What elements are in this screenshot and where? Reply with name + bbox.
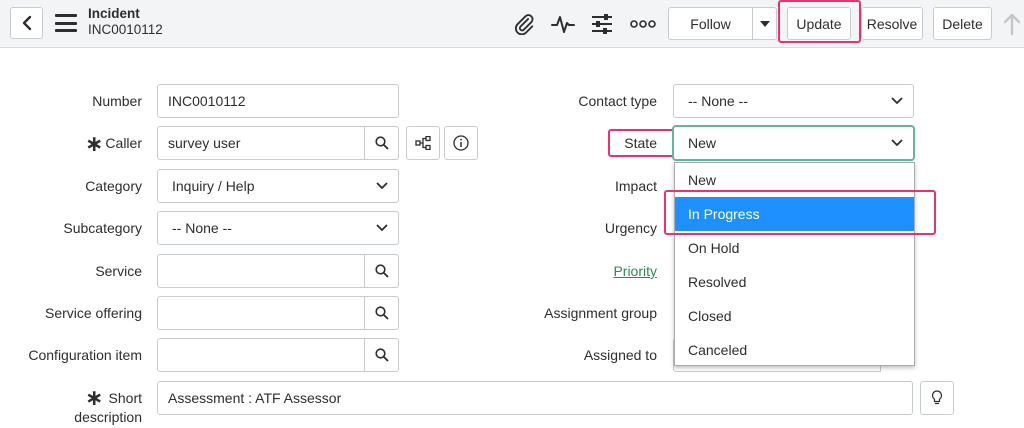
paperclip-icon[interactable]	[512, 12, 536, 36]
short-description-label-2: description	[74, 409, 142, 425]
state-option-resolved[interactable]: Resolved	[675, 265, 914, 299]
search-icon	[374, 136, 389, 150]
short-description-field[interactable]: Assessment : ATF Assessor	[157, 381, 913, 415]
caller-label: Caller	[105, 135, 142, 151]
activity-icon[interactable]	[551, 12, 575, 36]
service-offering-field[interactable]	[157, 296, 365, 330]
up-arrow-icon[interactable]	[1002, 12, 1024, 36]
impact-label: Impact	[614, 178, 657, 194]
delete-button[interactable]: Delete	[933, 7, 992, 40]
category-select[interactable]: Inquiry / Help	[157, 169, 399, 203]
contact-type-select[interactable]: -- None --	[673, 84, 914, 118]
number-field[interactable]: INC0010112	[157, 84, 399, 118]
record-title: Incident INC0010112	[88, 6, 163, 38]
service-lookup-button[interactable]	[364, 254, 399, 288]
update-button[interactable]: Update	[787, 7, 851, 40]
caret-down-icon	[759, 20, 770, 27]
configuration-item-lookup-button[interactable]	[364, 338, 399, 372]
number-label: Number	[92, 93, 142, 109]
state-option-canceled[interactable]: Canceled	[675, 333, 914, 367]
category-label: Category	[85, 178, 142, 194]
form-header: Incident INC0010112 Follow Update Resolv…	[0, 0, 1024, 48]
chevron-down-icon	[891, 97, 903, 105]
more-icon[interactable]	[629, 12, 657, 36]
caller-tree-button[interactable]	[406, 126, 440, 160]
lightbulb-icon	[931, 390, 943, 405]
contact-type-label: Contact type	[578, 93, 657, 109]
follow-button[interactable]: Follow	[668, 7, 753, 40]
short-description-label-1: Short	[108, 390, 142, 406]
search-icon	[374, 348, 389, 362]
service-offering-lookup-button[interactable]	[364, 296, 399, 330]
contact-type-value: -- None --	[688, 93, 748, 109]
info-icon	[453, 135, 469, 151]
back-button[interactable]	[10, 7, 43, 39]
subcategory-select[interactable]: -- None --	[157, 211, 399, 245]
chevron-down-icon	[376, 182, 388, 190]
state-dropdown-list: New In Progress On Hold Resolved Closed …	[674, 162, 915, 366]
state-select[interactable]: New	[673, 126, 914, 160]
caller-info-button[interactable]	[444, 126, 478, 160]
service-offering-label: Service offering	[44, 305, 142, 321]
chevron-down-icon	[376, 224, 388, 232]
configuration-item-field[interactable]	[157, 338, 365, 372]
state-option-new[interactable]: New	[675, 163, 914, 197]
subcategory-label: Subcategory	[63, 220, 142, 236]
hamburger-icon[interactable]	[55, 14, 77, 32]
service-field[interactable]	[157, 254, 365, 288]
assigned-to-label: Assigned to	[583, 347, 657, 363]
caller-field[interactable]: survey user	[157, 126, 365, 160]
assignment-group-label: Assignment group	[544, 305, 657, 321]
hierarchy-icon	[415, 136, 431, 150]
sliders-icon[interactable]	[590, 12, 614, 36]
configuration-item-label: Configuration item	[28, 347, 142, 363]
priority-link[interactable]: Priority	[520, 263, 657, 279]
search-icon	[374, 264, 389, 278]
chevron-down-icon	[891, 139, 903, 147]
service-label: Service	[95, 263, 142, 279]
record-number: INC0010112	[88, 22, 163, 37]
search-icon	[374, 306, 389, 320]
chevron-left-icon	[22, 15, 31, 31]
state-option-closed[interactable]: Closed	[675, 299, 914, 333]
state-option-on-hold[interactable]: On Hold	[675, 231, 914, 265]
state-label: State	[624, 135, 657, 151]
state-option-in-progress[interactable]: In Progress	[675, 197, 914, 231]
urgency-label: Urgency	[604, 220, 657, 236]
suggestion-button[interactable]	[920, 381, 954, 415]
category-value: Inquiry / Help	[172, 178, 255, 194]
page-title: Incident	[88, 6, 140, 21]
subcategory-value: -- None --	[172, 220, 232, 236]
caller-lookup-button[interactable]	[364, 126, 399, 160]
follow-menu-button[interactable]	[752, 7, 777, 40]
resolve-button[interactable]: Resolve	[861, 7, 923, 40]
state-value: New	[688, 135, 717, 151]
